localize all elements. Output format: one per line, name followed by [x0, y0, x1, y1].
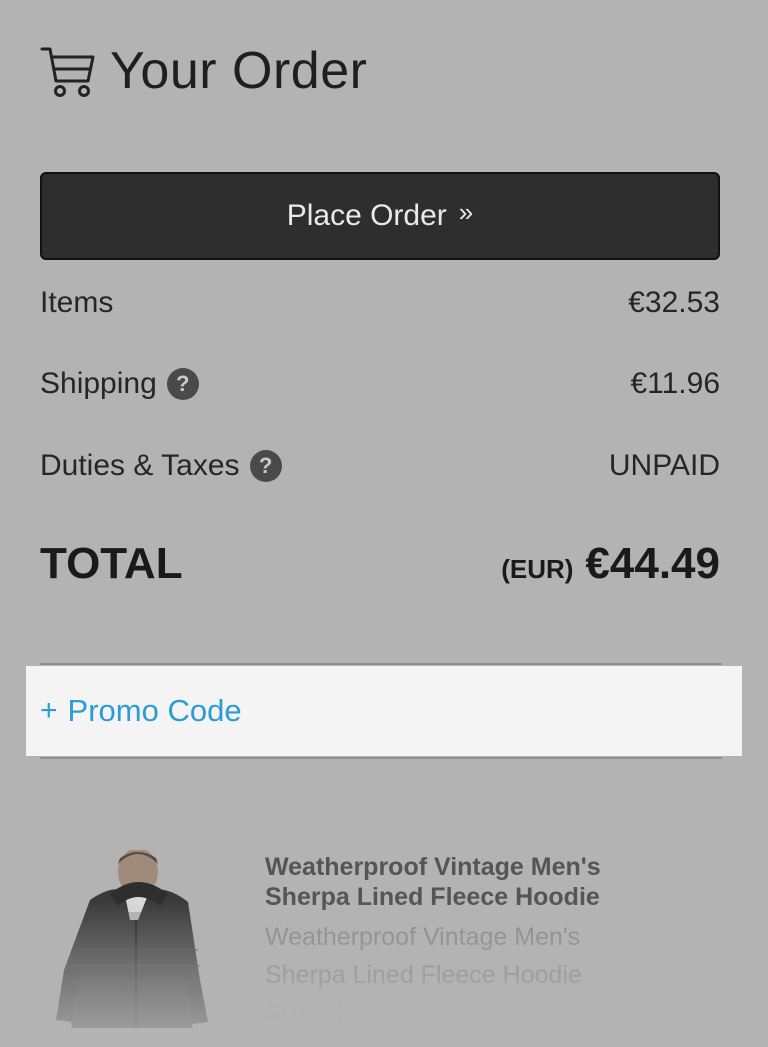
divider [40, 757, 722, 759]
product-title-line2[interactable]: Sherpa Lined Fleece Hoodie [265, 882, 745, 912]
product-size: Size: S [265, 999, 345, 1027]
items-label: Items [40, 286, 114, 319]
total-value: €44.49 [585, 539, 720, 588]
shipping-value: €11.96 [630, 367, 720, 400]
total-row: TOTAL (EUR) €44.49 [40, 536, 720, 592]
double-chevron-right-icon: » [458, 196, 474, 227]
items-row: Items €32.53 [40, 282, 720, 324]
shipping-label: Shipping [40, 367, 157, 400]
items-value: €32.53 [628, 286, 720, 319]
duties-help-icon[interactable]: ? [249, 450, 282, 482]
page-title: Your Order [110, 42, 368, 100]
product-title-line1[interactable]: Weatherproof Vintage Men's [265, 852, 745, 882]
duties-label-wrap: Duties & Taxes ? [40, 449, 282, 483]
shipping-help-icon[interactable]: ? [166, 368, 199, 400]
product-image[interactable] [50, 848, 210, 1030]
shipping-label-wrap: Shipping ? [40, 367, 199, 401]
promo-code-label: Promo Code [67, 693, 242, 728]
duties-row: Duties & Taxes ? UNPAID [40, 445, 720, 487]
product-item: Weatherproof Vintage Men's Sherpa Lined … [0, 840, 768, 1047]
plus-icon: + [40, 694, 58, 727]
total-value-wrap: (EUR) €44.49 [501, 539, 720, 589]
total-currency: (EUR) [501, 554, 574, 584]
product-subtitle-line2: Sherpa Lined Fleece Hoodie [265, 961, 582, 989]
place-order-label: Place Order [286, 199, 447, 232]
duties-value: UNPAID [608, 449, 720, 482]
promo-code-toggle[interactable]: + Promo Code [26, 666, 742, 756]
divider [40, 663, 722, 665]
place-order-button[interactable]: Place Order » [40, 172, 720, 260]
product-subtitle-line1: Weatherproof Vintage Men's [265, 923, 581, 951]
product-details: Weatherproof Vintage Men's Sherpa Lined … [265, 852, 745, 1032]
order-header: Your Order [40, 38, 367, 104]
total-label: TOTAL [40, 539, 183, 588]
shipping-row: Shipping ? €11.96 [40, 363, 720, 405]
cart-icon [40, 43, 96, 99]
duties-label: Duties & Taxes [40, 449, 240, 482]
